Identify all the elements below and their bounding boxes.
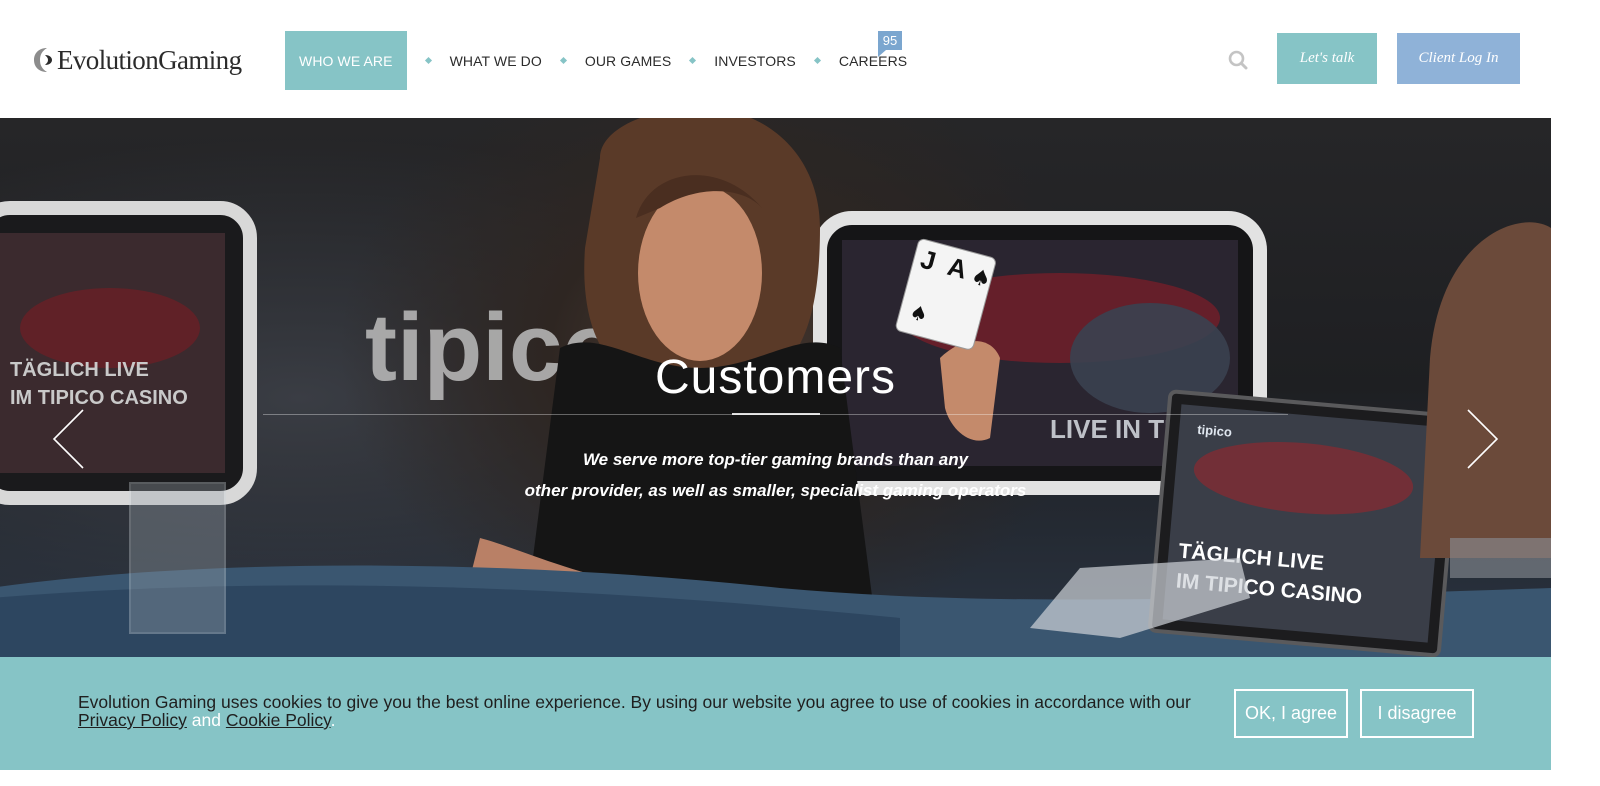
logo-text: EvolutionGaming	[57, 44, 242, 75]
nav-investors[interactable]: INVESTORS	[714, 31, 796, 90]
lets-talk-button[interactable]: Let's talk	[1277, 33, 1377, 84]
nav-what-we-do[interactable]: WHAT WE DO	[450, 31, 542, 90]
cookie-period: .	[330, 710, 336, 730]
hero-divider-accent	[732, 413, 820, 415]
nav-separator	[559, 56, 567, 65]
careers-count-badge: 95	[878, 31, 902, 50]
nav-our-games[interactable]: OUR GAMES	[585, 31, 671, 90]
site-header: EvolutionGaming WHO WE ARE WHAT WE DO OU…	[0, 0, 1600, 118]
main-nav: WHO WE ARE WHAT WE DO OUR GAMES INVESTOR…	[285, 31, 907, 90]
chevron-left-icon[interactable]	[50, 408, 86, 470]
privacy-policy-link[interactable]: Privacy Policy	[78, 710, 187, 730]
logo[interactable]: EvolutionGaming	[33, 44, 242, 76]
hero-description-line-1: We serve more top-tier gaming brands tha…	[582, 450, 969, 469]
hero-slider: TÄGLICH LIVE IM TIPICO CASINO tipico LIV…	[0, 118, 1551, 658]
cookie-disagree-button[interactable]: I disagree	[1360, 689, 1474, 738]
nav-separator	[424, 56, 432, 65]
chevron-right-icon[interactable]	[1465, 408, 1501, 470]
logo-mark-icon	[34, 48, 52, 72]
cookie-agree-button[interactable]: OK, I agree	[1234, 689, 1348, 738]
hero-title: Customers	[654, 351, 897, 404]
cookie-message-text: Evolution Gaming uses cookies to give yo…	[78, 692, 1191, 712]
nav-separator	[689, 56, 697, 65]
page-edge	[1551, 118, 1600, 786]
client-login-button[interactable]: Client Log In	[1397, 33, 1520, 84]
careers-badge-tail	[878, 50, 886, 57]
search-icon[interactable]	[1228, 50, 1248, 70]
scene-monitor-brand: tipico	[1197, 422, 1233, 440]
nav-who-we-are[interactable]: WHO WE ARE	[285, 31, 407, 90]
cookie-and-text: and	[191, 710, 221, 730]
hero-description-line-2: other provider, as well as smaller, spec…	[524, 481, 1027, 500]
hero-description: We serve more top-tier gaming brands tha…	[0, 444, 1551, 506]
cookie-policy-link[interactable]: Cookie Policy	[226, 710, 331, 730]
cookie-banner: Evolution Gaming uses cookies to give yo…	[0, 657, 1551, 770]
nav-separator	[813, 56, 821, 65]
cookie-message: Evolution Gaming uses cookies to give yo…	[78, 693, 1198, 729]
